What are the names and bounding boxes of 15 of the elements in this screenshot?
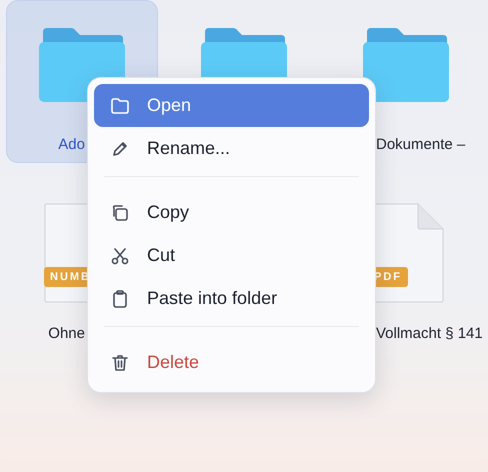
menu-item[interactable]: Cut xyxy=(94,234,369,277)
trash-icon xyxy=(110,352,130,372)
scissors-icon xyxy=(110,246,130,266)
menu-item[interactable]: Open xyxy=(94,84,369,127)
file-name: Dokumente – xyxy=(376,136,466,153)
folder-icon[interactable] xyxy=(363,28,449,102)
file-name: Vollmacht § 141 xyxy=(376,325,483,342)
menu-item[interactable]: Copy xyxy=(94,191,369,234)
file-name: Ohne xyxy=(48,325,85,342)
menu-item[interactable]: Delete xyxy=(94,341,369,384)
menu-item[interactable]: Rename... xyxy=(94,127,369,170)
clipboard-icon xyxy=(110,288,130,308)
menu-item[interactable]: Paste into folder xyxy=(94,277,369,320)
file-name: Ado xyxy=(58,136,85,153)
copy-icon xyxy=(110,202,130,222)
